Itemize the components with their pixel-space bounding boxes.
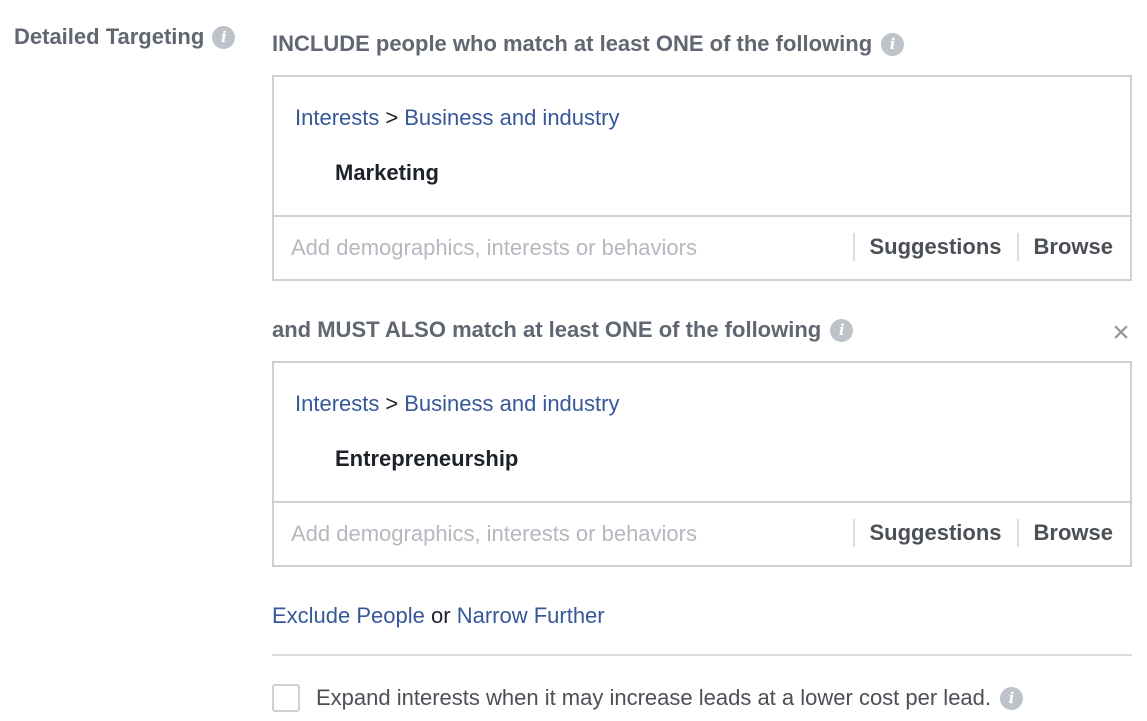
detailed-targeting-label: Detailed Targeting i [14, 24, 236, 50]
suggestions-button[interactable]: Suggestions [855, 234, 1017, 260]
narrow-actions: Suggestions Browse [852, 518, 1113, 548]
exclude-narrow-links: Exclude People or Narrow Further [272, 603, 605, 629]
include-heading-text: INCLUDE people who match at least ONE of… [272, 31, 873, 56]
info-icon[interactable]: i [1000, 686, 1024, 710]
browse-button[interactable]: Browse [1019, 520, 1113, 546]
info-icon[interactable]: i [212, 25, 236, 49]
exclude-people-link[interactable]: Exclude People [272, 603, 425, 628]
include-heading: INCLUDE people who match at least ONE of… [272, 31, 905, 57]
close-icon[interactable]: × [1110, 318, 1132, 348]
info-icon[interactable]: i [881, 32, 905, 56]
section-divider [272, 654, 1132, 656]
narrow-search-row: Suggestions Browse [274, 503, 1130, 565]
narrow-search-input[interactable] [291, 519, 811, 549]
include-search-row: Suggestions Browse [274, 217, 1130, 279]
narrow-selected-items: Interests > Business and industry Entrepre… [274, 363, 1130, 503]
breadcrumb-separator: > [385, 105, 399, 130]
include-search-input[interactable] [291, 233, 811, 263]
include-actions: Suggestions Browse [852, 232, 1113, 262]
expand-interests-label[interactable]: Expand interests when it may increase le… [316, 685, 991, 711]
suggestions-button[interactable]: Suggestions [855, 520, 1017, 546]
browse-button[interactable]: Browse [1019, 234, 1113, 260]
or-text: or [431, 603, 451, 628]
include-breadcrumb: Interests > Business and industry [295, 105, 619, 131]
include-selected-items: Interests > Business and industry Marketin… [274, 77, 1130, 217]
breadcrumb-interests-link[interactable]: Interests [295, 391, 379, 416]
breadcrumb-business-industry-link[interactable]: Business and industry [404, 391, 619, 416]
narrow-heading-text: and MUST ALSO match at least ONE of the … [272, 317, 822, 342]
info-icon[interactable]: i [830, 318, 854, 342]
narrow-further-link[interactable]: Narrow Further [457, 603, 605, 628]
include-targeting-box: Interests > Business and industry Marketin… [272, 75, 1132, 281]
expand-interests-row: Expand interests when it may increase le… [272, 684, 1024, 712]
expand-interests-checkbox[interactable] [272, 684, 300, 712]
detailed-targeting-title: Detailed Targeting [14, 24, 205, 49]
breadcrumb-interests-link[interactable]: Interests [295, 105, 379, 130]
selected-interest-marketing[interactable]: Marketing [335, 160, 439, 186]
narrow-breadcrumb: Interests > Business and industry [295, 391, 619, 417]
narrow-targeting-box: Interests > Business and industry Entrepre… [272, 361, 1132, 567]
selected-interest-entrepreneurship[interactable]: Entrepreneurship [335, 446, 518, 472]
breadcrumb-business-industry-link[interactable]: Business and industry [404, 105, 619, 130]
narrow-heading: and MUST ALSO match at least ONE of the … [272, 317, 854, 343]
breadcrumb-separator: > [385, 391, 399, 416]
